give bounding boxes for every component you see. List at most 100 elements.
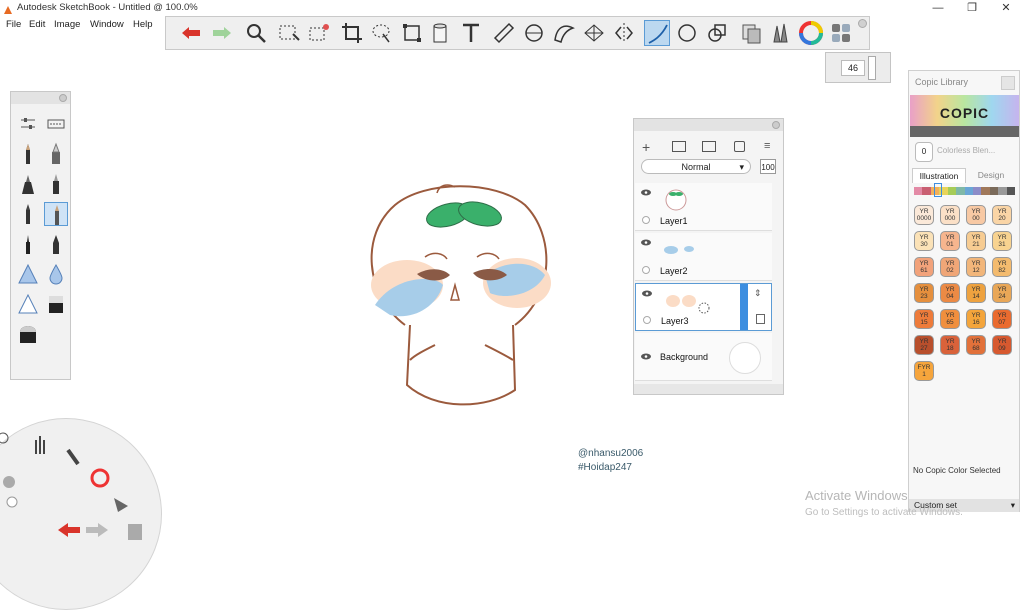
brush-properties-icon[interactable] (16, 112, 40, 136)
stroke-icon[interactable] (644, 20, 670, 46)
layer-select-radio[interactable] (642, 266, 650, 274)
copic-color-chip[interactable]: YR 21 (966, 231, 986, 251)
color-wheel-icon[interactable] (798, 20, 824, 46)
copic-color-chip[interactable]: YR 65 (940, 309, 960, 329)
lock-icon[interactable] (756, 314, 765, 324)
puck-icon[interactable] (3, 476, 15, 488)
perspective-icon[interactable] (581, 20, 607, 46)
layer-editor-header[interactable] (634, 119, 783, 131)
brush-palette-close-icon[interactable] (59, 94, 67, 102)
symmetry-icon[interactable] (611, 20, 637, 46)
fill-icon[interactable] (428, 20, 454, 46)
layer-select-radio[interactable] (642, 216, 650, 224)
copic-color-chip[interactable]: YR 02 (940, 257, 960, 277)
copic-color-chip[interactable]: YR 23 (914, 283, 934, 303)
toolbar-close-icon[interactable] (858, 19, 867, 28)
strip-swatch[interactable] (998, 187, 1007, 195)
visibility-eye-icon[interactable] (641, 353, 651, 360)
layout-icon[interactable] (828, 20, 854, 46)
color-puck-icon[interactable] (6, 496, 18, 508)
strip-swatch[interactable] (981, 187, 990, 195)
layer-move-icon[interactable]: ⇕ (754, 288, 762, 299)
ruler-icon[interactable] (491, 20, 517, 46)
copic-color-chip[interactable]: YR 24 (992, 283, 1012, 303)
tab-illustration[interactable]: Illustration (912, 168, 966, 183)
menu-file[interactable]: File (6, 19, 21, 30)
lasso-icon[interactable] (369, 20, 395, 46)
visibility-eye-icon[interactable] (641, 239, 651, 246)
strip-swatch[interactable] (947, 187, 957, 195)
hard-eraser-icon[interactable] (16, 322, 40, 346)
copic-color-chip[interactable]: YR 12 (966, 257, 986, 277)
layer-row-background[interactable]: Background (635, 333, 772, 381)
french-curve-icon[interactable] (551, 20, 577, 46)
brush-library-icon[interactable] (768, 20, 794, 46)
copic-color-chip[interactable]: YR 07 (992, 309, 1012, 329)
trash-icon[interactable] (734, 141, 745, 152)
tab-design[interactable]: Design (965, 168, 1017, 182)
strip-swatch[interactable] (956, 187, 965, 195)
copic-color-chip[interactable]: FYR 1 (914, 361, 934, 381)
select-icon[interactable] (276, 20, 302, 46)
paint-brush-icon[interactable] (44, 172, 68, 196)
copic-color-chip[interactable]: YR 00 (966, 205, 986, 225)
settings-icon[interactable] (0, 432, 9, 444)
menu-image[interactable]: Image (54, 19, 80, 30)
blend-mode-dropdown[interactable]: Normal ▾ (641, 159, 751, 174)
copic-color-chip[interactable]: YR 01 (940, 231, 960, 251)
pencil-brush-icon[interactable] (16, 142, 40, 166)
strip-swatch[interactable] (964, 187, 973, 195)
layer-row-selected[interactable]: Layer3 ⇕ (635, 283, 772, 331)
layer-opacity[interactable]: 100 (760, 159, 776, 174)
brush-size-slider[interactable] (868, 56, 876, 80)
layer-editor-close-icon[interactable] (772, 121, 780, 129)
maximize-button[interactable]: ❐ (955, 0, 989, 16)
eraser-icon[interactable] (44, 292, 68, 316)
technical-pen-icon[interactable] (16, 232, 40, 256)
folder-icon[interactable] (672, 141, 686, 152)
layer-row[interactable]: Layer2 (635, 233, 772, 281)
strip-swatch[interactable] (989, 187, 999, 195)
crop-icon[interactable] (339, 20, 365, 46)
brush-palette-header[interactable] (11, 92, 70, 104)
copic-collapse-bar[interactable] (910, 126, 1019, 137)
copic-color-strip[interactable] (914, 187, 1016, 195)
copic-color-chip[interactable]: YR 04 (940, 283, 960, 303)
tools-icon[interactable] (35, 436, 45, 454)
soft-eraser-icon[interactable] (16, 292, 40, 316)
brush-icon[interactable] (66, 448, 80, 466)
marker-brush-icon[interactable] (16, 172, 40, 196)
colorless-blender-chip[interactable]: 0 (915, 142, 933, 162)
ballpoint-pen-icon[interactable] (44, 202, 68, 226)
ellipse-guide-icon[interactable] (521, 20, 547, 46)
triangle-brush-icon[interactable] (16, 262, 40, 286)
copic-color-chip[interactable]: YR 0000 (914, 205, 934, 225)
copic-color-chip[interactable]: YR 000 (940, 205, 960, 225)
lagoon-redo-icon[interactable] (86, 523, 108, 537)
airbrush-icon[interactable] (44, 142, 68, 166)
copic-close-icon[interactable] (1001, 76, 1015, 90)
ink-pen-icon[interactable] (16, 202, 40, 226)
transform-icon[interactable] (399, 20, 425, 46)
strip-swatch[interactable] (972, 187, 982, 195)
close-button[interactable]: ✕ (989, 0, 1023, 16)
visibility-eye-icon[interactable] (642, 290, 652, 297)
copic-color-chip[interactable]: YR 61 (914, 257, 934, 277)
copic-color-chip[interactable]: YR 18 (940, 335, 960, 355)
strip-swatch[interactable] (914, 187, 923, 195)
layer-select-radio[interactable] (643, 316, 651, 324)
layer-row[interactable]: Layer1 (635, 183, 772, 231)
text-icon[interactable] (458, 20, 484, 46)
copic-color-chip[interactable]: YR 14 (966, 283, 986, 303)
zoom-icon[interactable] (243, 20, 269, 46)
add-layer-icon[interactable]: + (642, 139, 650, 155)
copic-color-chip[interactable]: YR 82 (992, 257, 1012, 277)
layer-opacity-bar[interactable] (740, 284, 748, 330)
visibility-eye-icon[interactable] (641, 189, 651, 196)
ellipse-icon[interactable] (674, 20, 700, 46)
menu-window[interactable]: Window (90, 19, 124, 30)
copic-color-chip[interactable]: YR 09 (992, 335, 1012, 355)
shape-icon[interactable] (704, 20, 730, 46)
copic-color-chip[interactable]: YR 31 (992, 231, 1012, 251)
pointer-icon[interactable] (114, 498, 128, 512)
